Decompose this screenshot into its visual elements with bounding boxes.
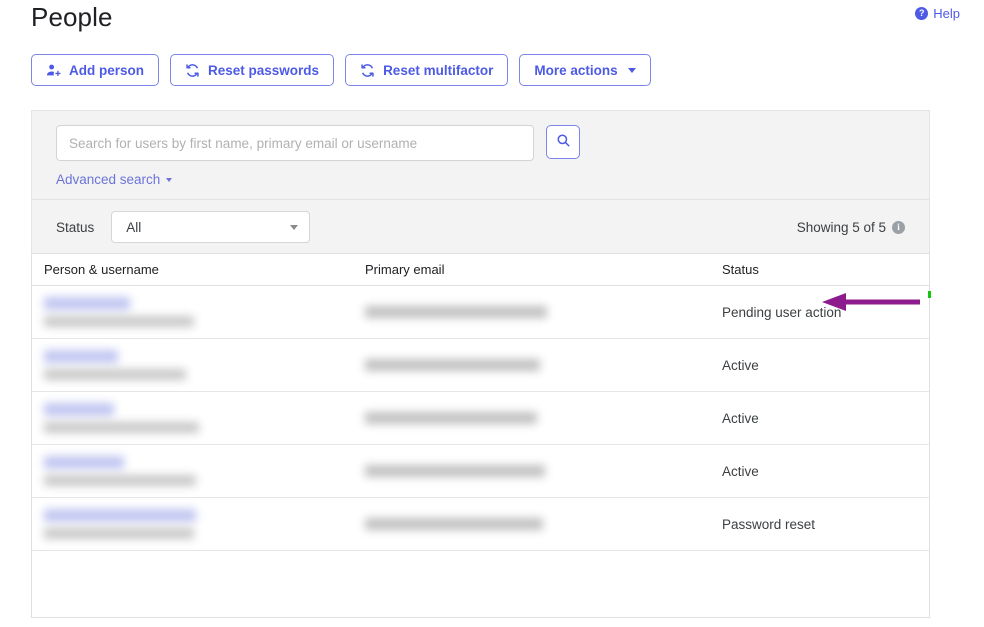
cell-person-username <box>32 286 353 339</box>
advanced-search-label: Advanced search <box>56 172 160 187</box>
reset-multifactor-label: Reset multifactor <box>383 63 493 78</box>
column-header-person[interactable]: Person & username <box>32 254 353 286</box>
refresh-icon <box>360 63 375 78</box>
cell-primary-email <box>353 286 710 339</box>
column-header-email[interactable]: Primary email <box>353 254 710 286</box>
table-footer-cell <box>710 551 929 618</box>
status-filter-section: Status All Showing 5 of 5 i <box>32 200 929 254</box>
cell-status: Active <box>710 392 929 445</box>
people-table: Person & username Primary email Status P… <box>31 253 930 618</box>
table-row[interactable]: Password reset <box>32 498 929 551</box>
cell-person-username <box>32 392 353 445</box>
reset-multifactor-button[interactable]: Reset multifactor <box>345 54 508 86</box>
cell-person-username <box>32 498 353 551</box>
table-row[interactable]: Active <box>32 445 929 498</box>
cell-status: Active <box>710 445 929 498</box>
more-actions-button[interactable]: More actions <box>519 54 650 86</box>
add-person-button[interactable]: Add person <box>31 54 159 86</box>
cell-status: Pending user action <box>710 286 929 339</box>
action-toolbar: Add person Reset passwords Reset multifa… <box>31 54 651 86</box>
green-marker-dot <box>928 291 931 298</box>
cell-primary-email <box>353 498 710 551</box>
table-footer-row <box>32 551 929 618</box>
table-header-row: Person & username Primary email Status <box>32 254 929 286</box>
help-label: Help <box>933 6 960 21</box>
person-username <box>44 369 186 380</box>
chevron-down-icon <box>628 68 636 73</box>
cell-status: Active <box>710 339 929 392</box>
primary-email-value <box>365 465 545 477</box>
cell-status: Password reset <box>710 498 929 551</box>
person-add-icon <box>46 63 61 78</box>
reset-passwords-label: Reset passwords <box>208 63 319 78</box>
cell-primary-email <box>353 392 710 445</box>
cell-primary-email <box>353 445 710 498</box>
help-circle-icon: ? <box>915 7 928 20</box>
person-username <box>44 475 196 486</box>
primary-email-value <box>365 359 540 371</box>
column-header-status[interactable]: Status <box>710 254 929 286</box>
showing-count: Showing 5 of 5 i <box>797 220 905 235</box>
search-submit-button[interactable] <box>546 125 580 159</box>
table-footer-cell <box>32 551 353 618</box>
status-filter-value: All <box>126 220 141 235</box>
status-filter-select[interactable]: All <box>111 211 310 243</box>
help-link[interactable]: ? Help <box>915 6 960 21</box>
person-username <box>44 528 194 539</box>
person-name-link[interactable] <box>44 456 124 469</box>
search-section: Advanced search <box>32 111 929 200</box>
chevron-down-icon <box>166 178 172 182</box>
person-name-link[interactable] <box>44 403 114 416</box>
cell-primary-email <box>353 339 710 392</box>
person-name-link[interactable] <box>44 297 130 310</box>
add-person-label: Add person <box>69 63 144 78</box>
refresh-icon <box>185 63 200 78</box>
primary-email-value <box>365 518 543 530</box>
advanced-search-toggle[interactable]: Advanced search <box>56 172 172 187</box>
search-icon <box>556 133 571 151</box>
table-row[interactable]: Active <box>32 339 929 392</box>
person-name-link[interactable] <box>44 509 196 522</box>
showing-count-label: Showing 5 of 5 <box>797 220 886 235</box>
status-filter-label: Status <box>56 220 94 235</box>
table-row[interactable]: Active <box>32 392 929 445</box>
chevron-down-icon <box>290 225 298 230</box>
table-footer-cell <box>353 551 710 618</box>
cell-person-username <box>32 339 353 392</box>
person-username <box>44 316 194 327</box>
info-icon[interactable]: i <box>892 221 905 234</box>
search-row <box>56 125 929 161</box>
table-body: Pending user actionActiveActiveActivePas… <box>32 286 929 618</box>
page-title: People <box>31 0 113 34</box>
search-input[interactable] <box>56 125 534 161</box>
primary-email-value <box>365 412 537 424</box>
person-username <box>44 422 199 433</box>
primary-email-value <box>365 306 547 318</box>
person-name-link[interactable] <box>44 350 118 363</box>
reset-passwords-button[interactable]: Reset passwords <box>170 54 334 86</box>
more-actions-label: More actions <box>534 63 617 78</box>
table-row[interactable]: Pending user action <box>32 286 929 339</box>
cell-person-username <box>32 445 353 498</box>
filter-panel: Advanced search Status All Showing 5 of … <box>31 110 930 254</box>
